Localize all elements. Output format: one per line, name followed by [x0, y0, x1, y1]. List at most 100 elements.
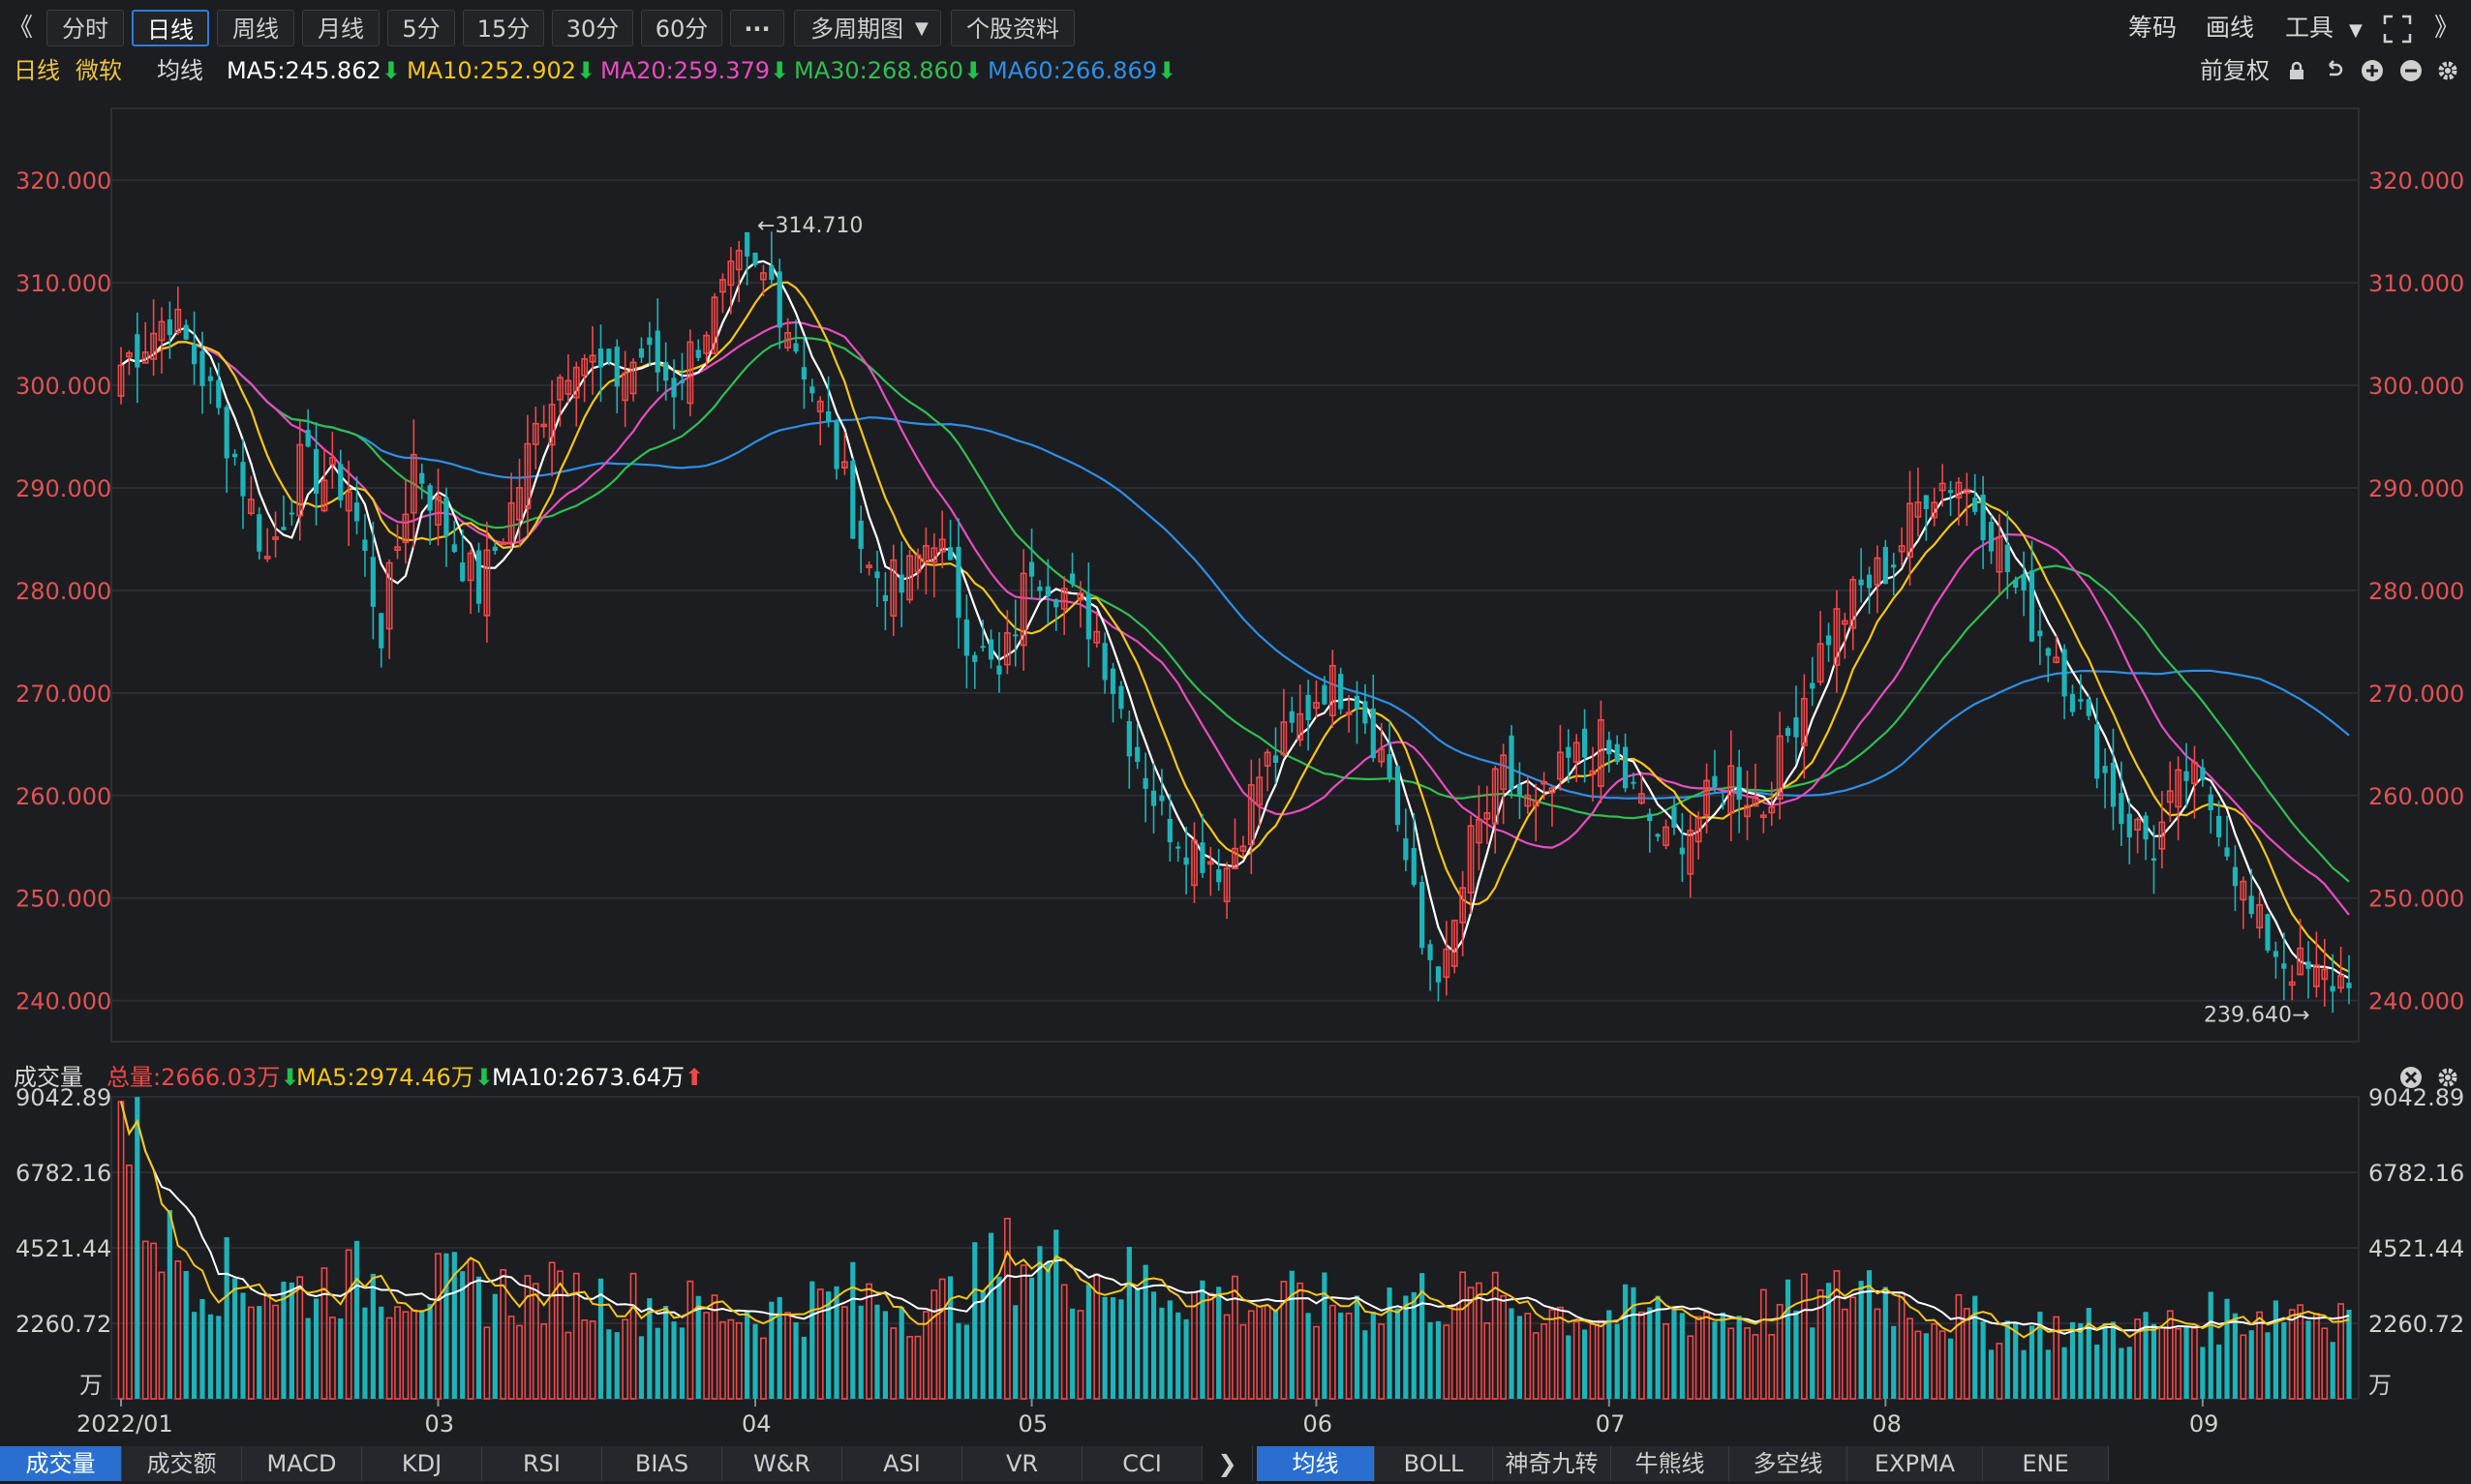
volume-bar-up: [1800, 1273, 1808, 1400]
volume-bar-down: [606, 1329, 612, 1399]
price-annotation: 239.640→: [2204, 1003, 2309, 1027]
price-tick-label-right: 250.000: [2368, 886, 2464, 913]
candle-body-down: [1394, 766, 1401, 826]
volume-tick-label-right: 4521.44: [2368, 1235, 2464, 1262]
tab-asi[interactable]: ASI: [842, 1446, 962, 1481]
volume-bar-down: [2029, 1325, 2035, 1399]
tab-ma[interactable]: 均线: [1257, 1446, 1375, 1481]
candle-body-down: [2061, 649, 2067, 697]
volume-bar-up: [328, 1317, 336, 1400]
volume-bar-up: [516, 1324, 523, 1400]
tab-rsi[interactable]: RSI: [482, 1446, 602, 1481]
volume-bar-down: [183, 1271, 189, 1399]
volume-bar-down: [191, 1312, 198, 1399]
volume-bar-up: [2256, 1311, 2264, 1400]
candle-body-down: [1647, 813, 1653, 822]
candle-body-down: [745, 231, 750, 257]
volume-bar-down: [2224, 1298, 2230, 1399]
tab-macd[interactable]: MACD: [242, 1446, 362, 1481]
volume-bar-up: [1759, 1288, 1767, 1400]
volume-bar-up: [727, 1318, 735, 1400]
candle-body-down: [1882, 547, 1888, 585]
tab-long-short[interactable]: 多空线: [1729, 1446, 1847, 1481]
volume-ma10: MA10:2673.64万⬆: [492, 1063, 704, 1092]
candle-body-down: [834, 421, 839, 469]
volume-bar-up: [2297, 1304, 2304, 1400]
candle-body-down: [1272, 755, 1279, 763]
tab-volume[interactable]: 成交量: [0, 1446, 122, 1481]
candle-body-down: [2248, 895, 2254, 915]
stock-chart[interactable]: 240.000 240.000 250.000 250.000 260.000 260.0…: [0, 0, 2471, 1442]
volume-bar-down: [1175, 1312, 1181, 1399]
candle-body-down: [313, 448, 320, 494]
tab-boll[interactable]: BOLL: [1375, 1446, 1493, 1481]
tab-expma[interactable]: EXPMA: [1847, 1446, 1983, 1481]
volume-bar-up: [703, 1312, 711, 1400]
volume-bar-down: [427, 1304, 433, 1399]
volume-bar-down: [289, 1282, 294, 1399]
price-tick-label-left: 320.000: [15, 167, 111, 195]
price-tick-label-left: 300.000: [15, 373, 111, 400]
tab-td-sequential[interactable]: 神奇九转: [1493, 1446, 1611, 1481]
volume-bar-down: [1045, 1262, 1051, 1399]
volume-bar-down: [2265, 1332, 2271, 1399]
volume-bar-down: [2045, 1349, 2051, 1399]
volume-bar-up: [719, 1320, 726, 1400]
candle-body-down: [996, 665, 1002, 675]
volume-bar-down: [305, 1317, 311, 1399]
volume-bar-down: [419, 1310, 425, 1399]
volume-bar-down: [1980, 1321, 1986, 1399]
volume-bar-down: [2110, 1321, 2117, 1399]
candle-body-down: [695, 349, 701, 358]
ma-line-ma5: [120, 259, 2350, 980]
candle-body-down: [1175, 846, 1181, 849]
price-tick-label-right: 310.000: [2368, 270, 2464, 297]
candle-body-down: [1825, 635, 1832, 646]
volume-bar-down: [1322, 1272, 1327, 1399]
volume-bar-down: [980, 1290, 986, 1399]
indicator-tabbar: 成交量 成交额 MACD KDJ RSI BIAS W&R ASI VR CCI…: [0, 1442, 2471, 1484]
candle-body-down: [777, 271, 782, 328]
volume-bar-down: [1028, 1277, 1035, 1399]
volume-bar-up: [1443, 1324, 1450, 1400]
tab-bias[interactable]: BIAS: [602, 1446, 722, 1481]
tab-wr[interactable]: W&R: [722, 1446, 842, 1481]
volume-bar-down: [1159, 1307, 1165, 1399]
tab-vr[interactable]: VR: [962, 1446, 1083, 1481]
volume-bar-up: [1378, 1323, 1386, 1400]
volume-bar-down: [963, 1324, 969, 1399]
volume-ma10-value: MA10:2673.64万: [492, 1064, 685, 1091]
tab-kdj[interactable]: KDJ: [362, 1446, 482, 1481]
volume-bar-down: [362, 1307, 368, 1399]
candle-body-down: [1126, 720, 1132, 757]
tab-turnover[interactable]: 成交额: [122, 1446, 242, 1481]
candle-body-down: [199, 350, 205, 386]
volume-bar-down: [475, 1276, 482, 1399]
candle-body-down: [231, 453, 238, 458]
date-label: 08: [1872, 1410, 1902, 1438]
volume-bar-down: [2094, 1344, 2100, 1399]
volume-bar-up: [548, 1261, 556, 1400]
candle-body-down: [980, 646, 986, 649]
candle-body-down: [362, 539, 368, 552]
volume-bar-up: [435, 1253, 442, 1400]
volume-bar-down: [834, 1286, 839, 1399]
candle-body-down: [606, 348, 612, 362]
close-panel-icon[interactable]: [2399, 1066, 2423, 1089]
volume-bar-up: [385, 1317, 393, 1400]
volume-bar-up: [1768, 1334, 1776, 1400]
candle-body-down: [2330, 985, 2335, 992]
tab-bull-bear[interactable]: 牛熊线: [1611, 1446, 1729, 1481]
volume-bar-down: [988, 1232, 994, 1399]
candle-body-down: [988, 639, 994, 660]
settings-gear-icon[interactable]: [2436, 1066, 2459, 1089]
volume-bar-down: [1338, 1312, 1344, 1399]
price-tick-label-left: 240.000: [15, 988, 111, 1015]
tab-cci[interactable]: CCI: [1083, 1446, 1203, 1481]
tab-ene[interactable]: ENE: [1983, 1446, 2109, 1481]
volume-bar-up: [540, 1323, 548, 1400]
volume-bar-down: [216, 1316, 222, 1399]
candle-body-down: [379, 613, 384, 649]
tabs-next-button[interactable]: ❯: [1203, 1446, 1253, 1481]
volume-bar-down: [972, 1242, 978, 1399]
